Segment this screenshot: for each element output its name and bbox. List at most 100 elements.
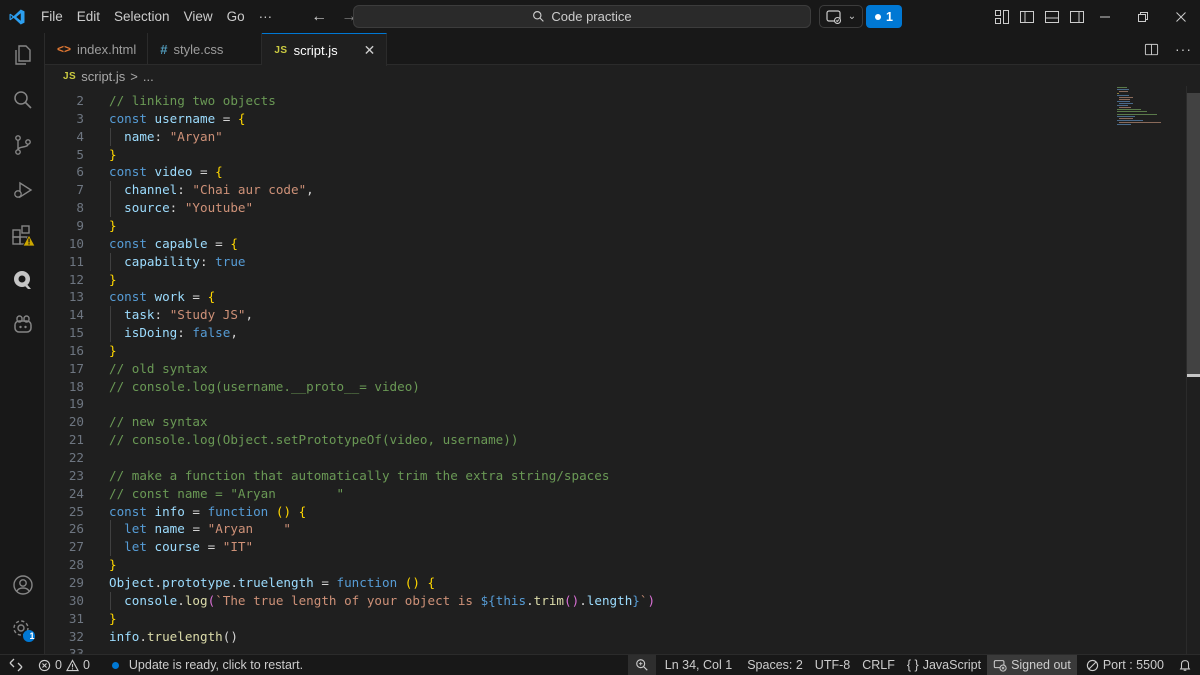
menu-go[interactable]: Go — [220, 0, 252, 33]
language-mode[interactable]: { } JavaScript — [901, 655, 987, 675]
close-window-icon[interactable] — [1162, 0, 1200, 33]
tab-style-css[interactable]: # style.css — [148, 33, 263, 65]
code-line[interactable]: 6 const video = { — [45, 163, 1105, 181]
live-share-count: 1 — [886, 9, 893, 24]
title-bar: File Edit Selection View Go ··· ← → Code… — [0, 0, 1200, 33]
code-text: } — [109, 342, 117, 360]
live-share-badge[interactable]: 1 — [866, 5, 902, 28]
menu-file[interactable]: File — [34, 0, 70, 33]
minimize-icon[interactable] — [1086, 0, 1124, 33]
code-token: "IT" — [222, 539, 254, 555]
code-line[interactable]: 26 let name = "Aryan " — [45, 520, 1105, 539]
quokka-icon[interactable] — [0, 258, 45, 302]
code-line[interactable]: 15 isDoing: false, — [45, 324, 1105, 343]
code-editor[interactable]: 2 // linking two objects 3 const username =… — [45, 86, 1186, 654]
cursor-position[interactable]: Ln 34, Col 1 — [656, 655, 738, 675]
source-control-icon[interactable] — [0, 123, 45, 167]
problems-indicator[interactable]: 0 0 — [32, 655, 96, 675]
code-line[interactable]: 30 console.log(`The true length of your … — [45, 591, 1105, 610]
restore-icon[interactable] — [1124, 0, 1162, 33]
code-token: // console.log(username.__proto__= video… — [109, 378, 420, 394]
warning-icon — [65, 658, 79, 671]
menu-more[interactable]: ··· — [252, 0, 280, 33]
account-icon[interactable] — [0, 563, 45, 607]
split-editor-icon[interactable] — [1144, 42, 1159, 57]
run-debug-icon[interactable] — [0, 168, 45, 212]
code-line[interactable]: 27 let course = "IT" — [45, 538, 1105, 557]
code-token: = — [207, 235, 231, 251]
customize-layout-icon[interactable] — [994, 9, 1010, 25]
code-line[interactable]: 8 source: "Youtube" — [45, 199, 1105, 218]
extensions-icon[interactable] — [0, 213, 45, 257]
code-line[interactable]: 24 // const name = "Aryan " — [45, 485, 1105, 503]
menu-view[interactable]: View — [177, 0, 220, 33]
code-line[interactable]: 17 // old syntax — [45, 360, 1105, 378]
signed-out-status[interactable]: Signed out — [987, 654, 1077, 675]
copilot-button[interactable]: ⌄ — [819, 5, 863, 28]
encoding[interactable]: UTF-8 — [809, 655, 856, 675]
code-line[interactable]: 11 capability: true — [45, 252, 1105, 271]
line-number: 24 — [68, 485, 84, 501]
code-line[interactable]: 9} — [45, 217, 1105, 235]
code-line[interactable]: 25 const info = function () { — [45, 503, 1105, 521]
breadcrumb-file[interactable]: script.js — [81, 69, 125, 84]
remote-indicator-icon[interactable] — [0, 655, 32, 675]
code-token: "Youtube" — [184, 200, 254, 216]
live-server-port[interactable]: Port : 5500 — [1077, 655, 1170, 675]
scrollbar-thumb[interactable] — [1187, 93, 1200, 377]
minimap[interactable] — [1117, 86, 1167, 126]
notifications-bell-icon[interactable] — [1170, 655, 1200, 675]
code-line[interactable]: 5} — [45, 146, 1105, 164]
toggle-primary-sidebar-icon[interactable] — [1019, 9, 1035, 25]
code-line[interactable]: 7 channel: "Chai aur code", — [45, 181, 1105, 200]
search-sidebar-icon[interactable] — [0, 78, 45, 122]
code-line[interactable]: 28} — [45, 556, 1105, 574]
code-line[interactable]: 19 — [45, 395, 1105, 413]
more-actions-icon[interactable]: ··· — [1175, 41, 1192, 57]
manage-gear-icon[interactable]: 1 — [0, 608, 45, 652]
command-center-search[interactable]: Code practice — [353, 5, 811, 28]
line-ending[interactable]: CRLF — [856, 655, 901, 675]
toggle-secondary-sidebar-icon[interactable] — [1069, 9, 1085, 25]
code-text: } — [109, 610, 117, 628]
back-arrow-icon[interactable]: ← — [311, 8, 327, 26]
explorer-icon[interactable] — [0, 33, 45, 77]
code-token: { — [298, 503, 307, 519]
code-line[interactable]: 32 info.truelength() — [45, 628, 1105, 646]
line-number: 5 — [76, 146, 84, 162]
menu-edit[interactable]: Edit — [70, 0, 107, 33]
code-line[interactable]: 31} — [45, 610, 1105, 628]
code-line[interactable]: 21 // console.log(Object.setPrototypeOf(v… — [45, 431, 1105, 449]
code-line[interactable]: 3 const username = { — [45, 110, 1105, 128]
code-line[interactable]: 23 // make a function that automatically … — [45, 467, 1105, 485]
indentation[interactable]: Spaces: 2 — [738, 655, 809, 675]
tab-index-html[interactable]: <> index.html — [45, 33, 149, 65]
tab-script-js[interactable]: JS script.js ✕ — [262, 33, 388, 66]
code-text: } — [109, 217, 117, 235]
update-notification[interactable]: Update is ready, click to restart. — [106, 655, 309, 675]
breadcrumb-more[interactable]: ... — [143, 69, 154, 84]
code-line[interactable]: 33 — [45, 645, 1105, 654]
code-line[interactable]: 13 const work = { — [45, 288, 1105, 306]
code-token: capability — [124, 253, 200, 269]
code-line[interactable]: 18 // console.log(username.__proto__= vid… — [45, 378, 1105, 396]
code-line[interactable]: 2 // linking two objects — [45, 92, 1105, 110]
zoom-icon[interactable] — [627, 655, 656, 675]
toggle-panel-icon[interactable] — [1044, 9, 1060, 25]
code-line[interactable]: 12} — [45, 271, 1105, 289]
code-line[interactable]: 22 — [45, 449, 1105, 467]
code-line[interactable]: 14 task: "Study JS", — [45, 306, 1105, 325]
code-token: = — [184, 521, 208, 537]
code-line[interactable]: 16} — [45, 342, 1105, 360]
close-tab-icon[interactable]: ✕ — [364, 42, 376, 59]
code-line[interactable]: 4 name: "Aryan" — [45, 127, 1105, 146]
line-number: 29 — [68, 574, 84, 590]
menu-selection[interactable]: Selection — [107, 0, 177, 33]
copilot-chat-icon[interactable] — [0, 303, 45, 347]
code-line[interactable]: 10 const capable = { — [45, 235, 1105, 253]
code-line[interactable]: 29 Object.prototype.truelength = function… — [45, 574, 1105, 592]
html-file-icon: <> — [57, 42, 72, 56]
code-line[interactable]: 20 // new syntax — [45, 413, 1105, 431]
